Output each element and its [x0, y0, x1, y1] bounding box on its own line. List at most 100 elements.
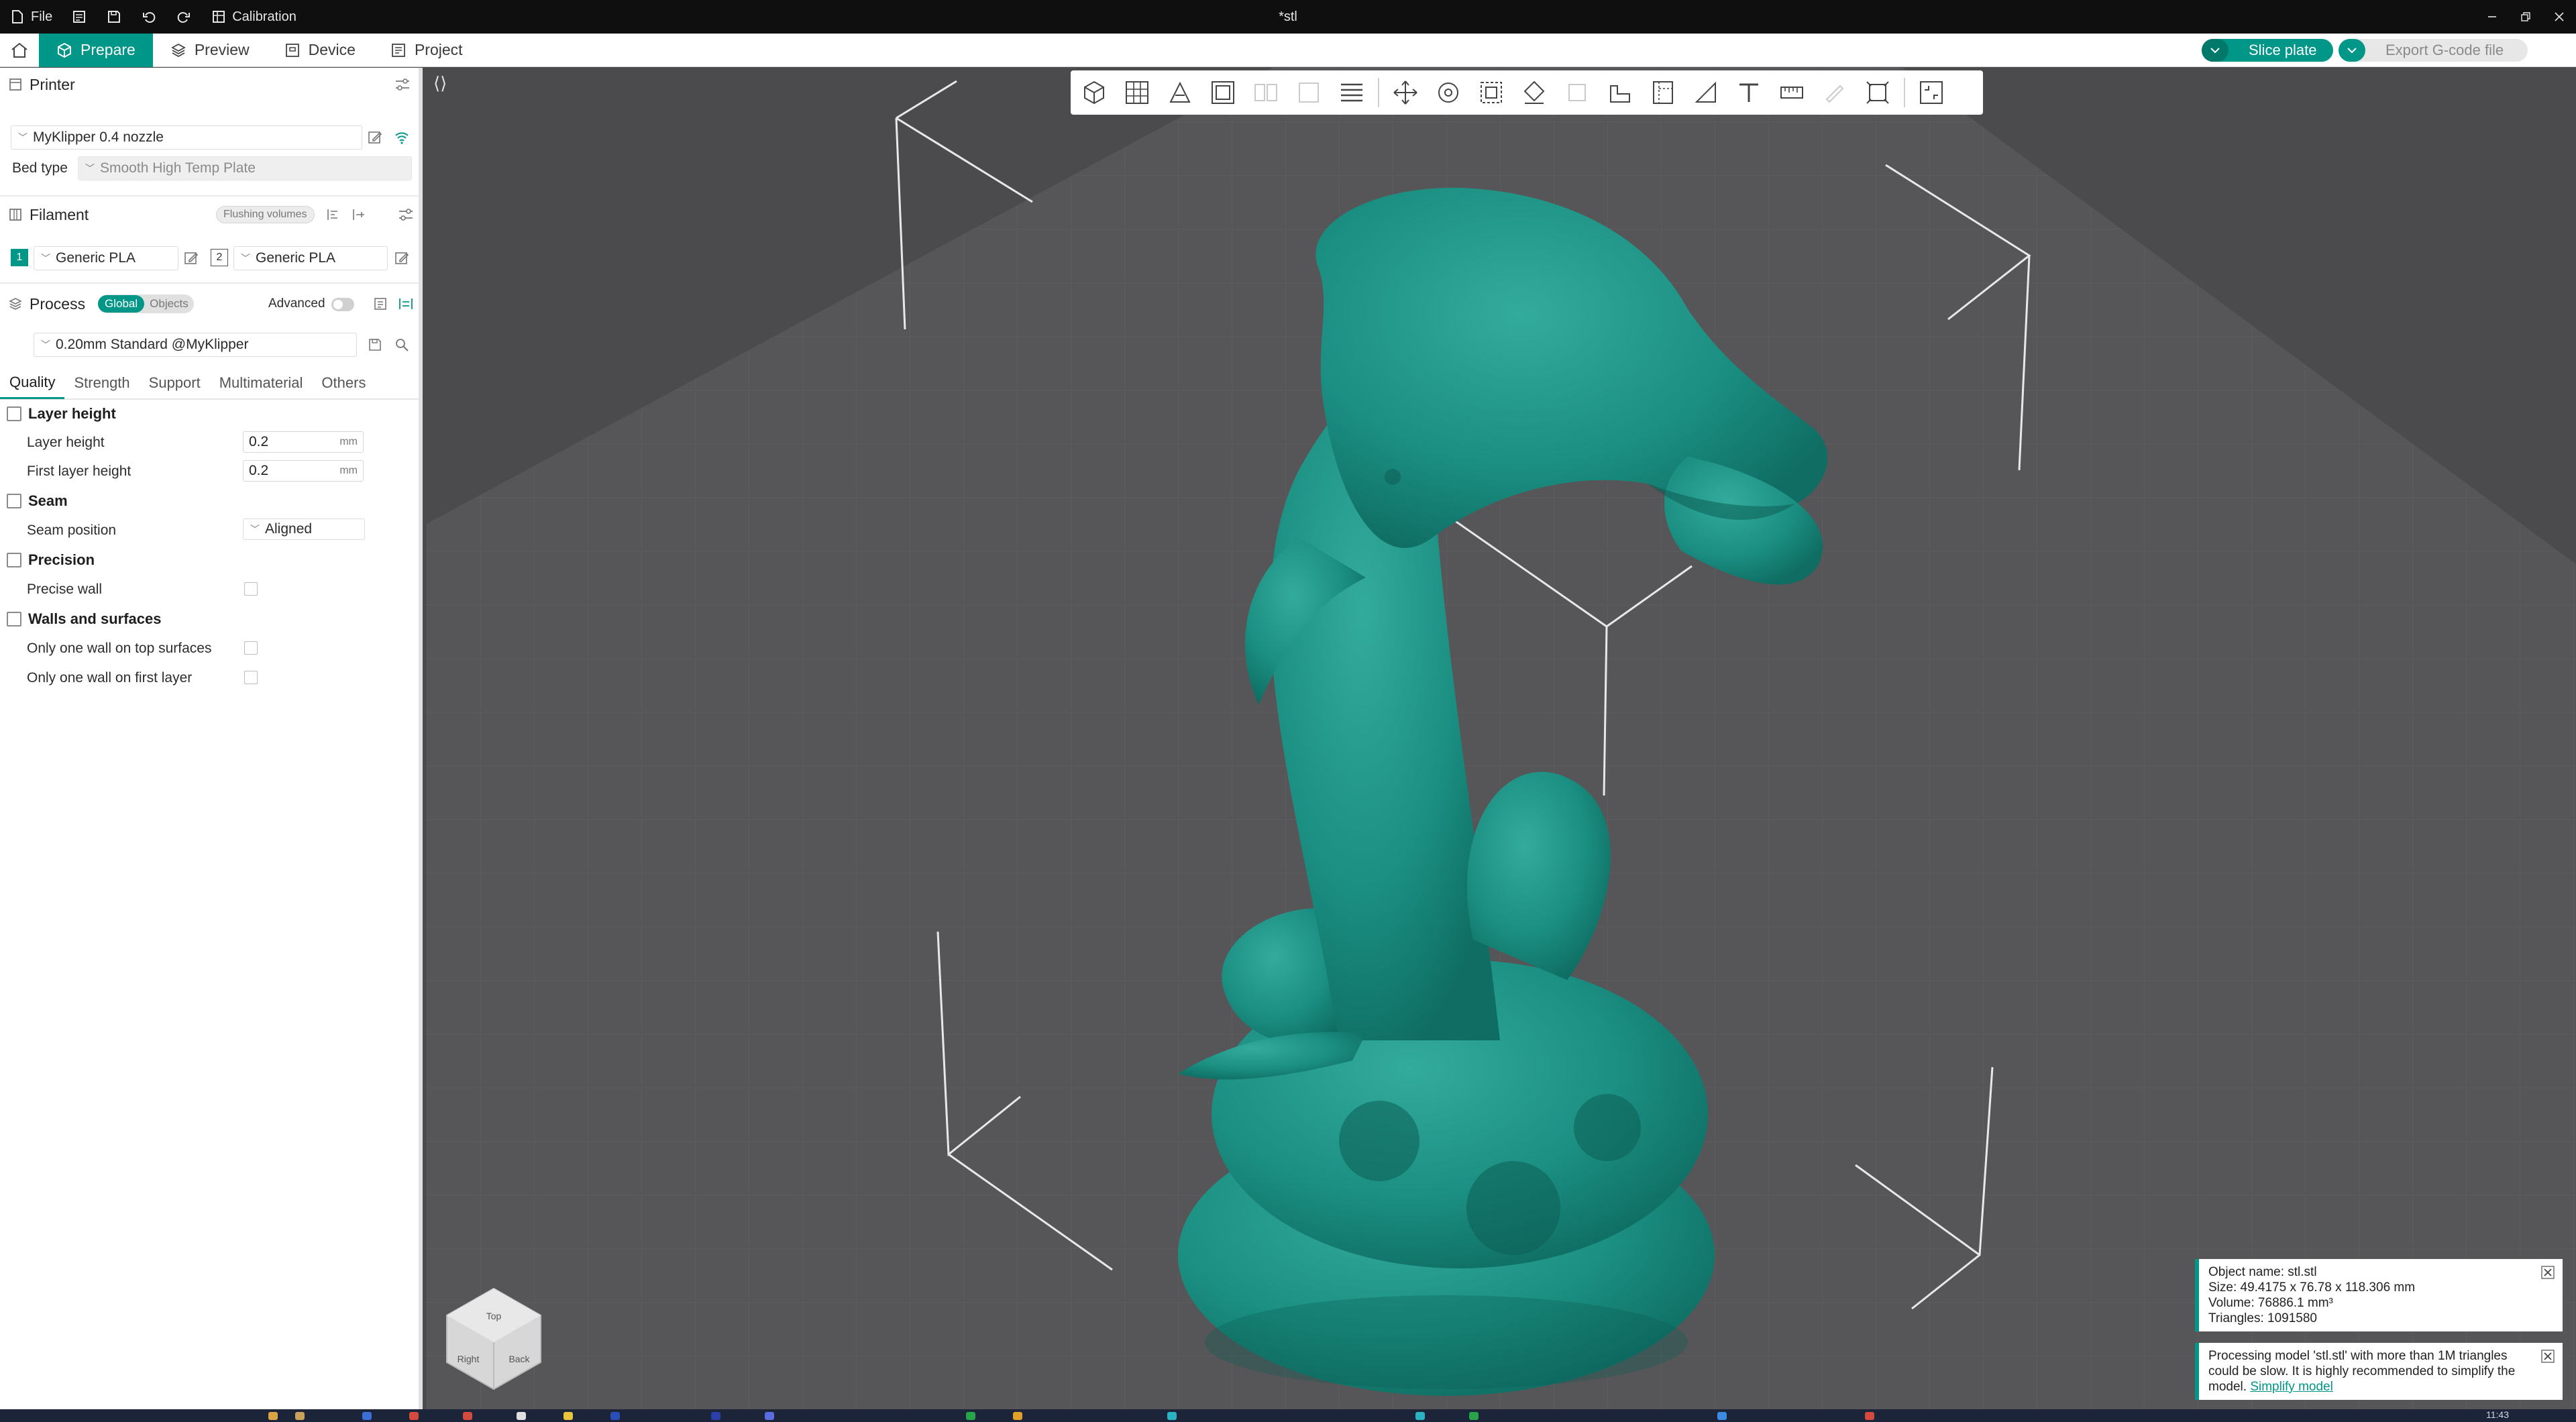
tab-preview[interactable]: Preview — [153, 34, 267, 67]
remove-filament-icon[interactable] — [350, 206, 368, 223]
tab-prepare[interactable]: Prepare — [39, 33, 153, 67]
auto-orient-tool[interactable] — [1163, 76, 1197, 109]
taskbar-app-icon[interactable] — [1865, 1412, 1874, 1420]
taskbar-app-icon[interactable] — [517, 1412, 526, 1420]
3d-viewport[interactable]: Top Right Back ⟨⟩ — [427, 68, 2576, 1409]
add-plate-tool[interactable] — [1120, 76, 1154, 109]
wifi-icon[interactable] — [393, 129, 411, 146]
flushing-volumes-button[interactable]: Flushing volumes — [216, 206, 315, 223]
process-preset-select[interactable]: ﹀ 0.20mm Standard @MyKlipper — [34, 333, 357, 357]
fullscreen-tool[interactable] — [1915, 76, 1948, 109]
lay-on-face-tool[interactable] — [1517, 76, 1551, 109]
tab-quality[interactable]: Quality — [0, 367, 65, 399]
bed-type-select[interactable]: ﹀ Smooth High Temp Plate — [78, 156, 412, 180]
one-wall-first-checkbox[interactable] — [244, 671, 258, 684]
split-parts-tool[interactable] — [1292, 76, 1326, 109]
tab-support[interactable]: Support — [140, 367, 210, 399]
filament-settings-icon[interactable] — [397, 206, 415, 223]
measure-tool[interactable] — [1775, 76, 1809, 109]
taskbar-app-icon[interactable] — [463, 1412, 472, 1420]
precise-wall-checkbox[interactable] — [244, 582, 258, 596]
close-icon[interactable] — [2541, 1266, 2555, 1279]
export-dropdown-knob[interactable] — [2339, 39, 2365, 62]
variable-layer-tool[interactable] — [1335, 76, 1368, 109]
simplify-model-link[interactable]: Simplify model — [2250, 1380, 2333, 1394]
slice-dropdown-knob[interactable] — [2202, 39, 2229, 62]
add-object-tool[interactable] — [1077, 76, 1111, 109]
printer-preset-select[interactable]: ﹀ MyKlipper 0.4 nozzle — [11, 125, 362, 150]
assembly-tool[interactable] — [1861, 76, 1894, 109]
edit-printer-icon[interactable] — [366, 129, 384, 146]
restore-button[interactable] — [2509, 0, 2542, 34]
save-button[interactable] — [97, 0, 131, 34]
calibration-menu[interactable]: Calibration — [201, 0, 306, 34]
process-settings-icon[interactable] — [397, 295, 415, 313]
filament-slot-2-select[interactable]: ﹀ Generic PLA — [233, 246, 388, 270]
scene-canvas[interactable]: Top Right Back — [427, 68, 2576, 1409]
tab-others[interactable]: Others — [312, 367, 375, 399]
collapse-sidebar-icon[interactable]: ⟨⟩ — [433, 73, 447, 94]
redo-button[interactable] — [166, 0, 201, 34]
close-button[interactable] — [2542, 0, 2576, 34]
chevron-down-icon: ﹀ — [250, 524, 260, 535]
tab-strength[interactable]: Strength — [64, 367, 139, 399]
advanced-toggle[interactable] — [331, 298, 354, 311]
home-button[interactable] — [0, 34, 39, 67]
save-preset-icon[interactable] — [366, 336, 384, 353]
taskbar-app-icon[interactable] — [295, 1412, 305, 1420]
cut-tool-disabled[interactable] — [1560, 76, 1594, 109]
arrange-tool[interactable] — [1206, 76, 1240, 109]
taskbar-app-icon[interactable] — [1717, 1412, 1727, 1420]
chevron-down-icon: ﹀ — [18, 132, 28, 143]
process-scope-toggle[interactable]: Global Objects — [98, 294, 194, 313]
tab-project[interactable]: Project — [373, 34, 480, 67]
taskbar-app-icon[interactable] — [1013, 1412, 1022, 1420]
close-icon[interactable] — [2541, 1350, 2555, 1363]
search-icon[interactable] — [393, 336, 411, 353]
process-compare-icon[interactable] — [372, 295, 389, 313]
taskbar-app-icon[interactable] — [711, 1412, 720, 1420]
text-tool[interactable] — [1732, 76, 1766, 109]
process-section-header[interactable]: Process — [0, 287, 419, 321]
taskbar-app-icon[interactable] — [1167, 1412, 1177, 1420]
printer-section-header[interactable]: Printer — [0, 68, 419, 101]
first-layer-height-input[interactable]: 0.2 mm — [243, 460, 364, 482]
undo-button[interactable] — [131, 0, 166, 34]
cut-tool[interactable] — [1603, 76, 1637, 109]
taskbar-app-icon[interactable] — [564, 1412, 573, 1420]
move-tool[interactable] — [1389, 76, 1422, 109]
tab-device[interactable]: Device — [267, 34, 373, 67]
taskbar-app-icon[interactable] — [765, 1412, 774, 1420]
taskbar-app-icon[interactable] — [966, 1412, 975, 1420]
global-option[interactable]: Global — [98, 295, 145, 313]
taskbar-app-icon[interactable] — [362, 1412, 372, 1420]
seam-paint-tool[interactable] — [1689, 76, 1723, 109]
scale-tool[interactable] — [1474, 76, 1508, 109]
one-wall-top-checkbox[interactable] — [244, 641, 258, 655]
printer-settings-icon[interactable] — [394, 77, 411, 96]
add-filament-icon[interactable] — [325, 206, 342, 223]
slice-plate-button[interactable]: Slice plate — [2202, 39, 2333, 62]
edit-filament-1-icon[interactable] — [182, 250, 200, 267]
filament-slot-1-index[interactable]: 1 — [11, 249, 28, 266]
taskbar-app-icon[interactable] — [1415, 1412, 1425, 1420]
filament-slot-1-select[interactable]: ﹀ Generic PLA — [34, 246, 178, 270]
taskbar-app-icon[interactable] — [610, 1412, 620, 1420]
support-paint-tool[interactable] — [1646, 76, 1680, 109]
layer-height-input[interactable]: 0.2 mm — [243, 431, 364, 453]
file-menu[interactable]: File — [0, 0, 62, 34]
seam-position-select[interactable]: ﹀ Aligned — [243, 518, 365, 540]
taskbar-app-icon[interactable] — [268, 1412, 278, 1420]
split-objects-tool[interactable] — [1249, 76, 1283, 109]
rotate-tool[interactable] — [1432, 76, 1465, 109]
mmu-paint-tool[interactable] — [1818, 76, 1851, 109]
minimize-button[interactable] — [2475, 0, 2509, 34]
taskbar-app-icon[interactable] — [409, 1412, 419, 1420]
notes-button[interactable] — [62, 0, 97, 34]
filament-slot-2-index[interactable]: 2 — [211, 249, 228, 266]
tab-multimaterial[interactable]: Multimaterial — [210, 367, 313, 399]
objects-option[interactable]: Objects — [144, 295, 194, 313]
taskbar-app-icon[interactable] — [1469, 1412, 1479, 1420]
export-gcode-button[interactable]: Export G-code file — [2339, 39, 2528, 62]
edit-filament-2-icon[interactable] — [393, 250, 411, 267]
